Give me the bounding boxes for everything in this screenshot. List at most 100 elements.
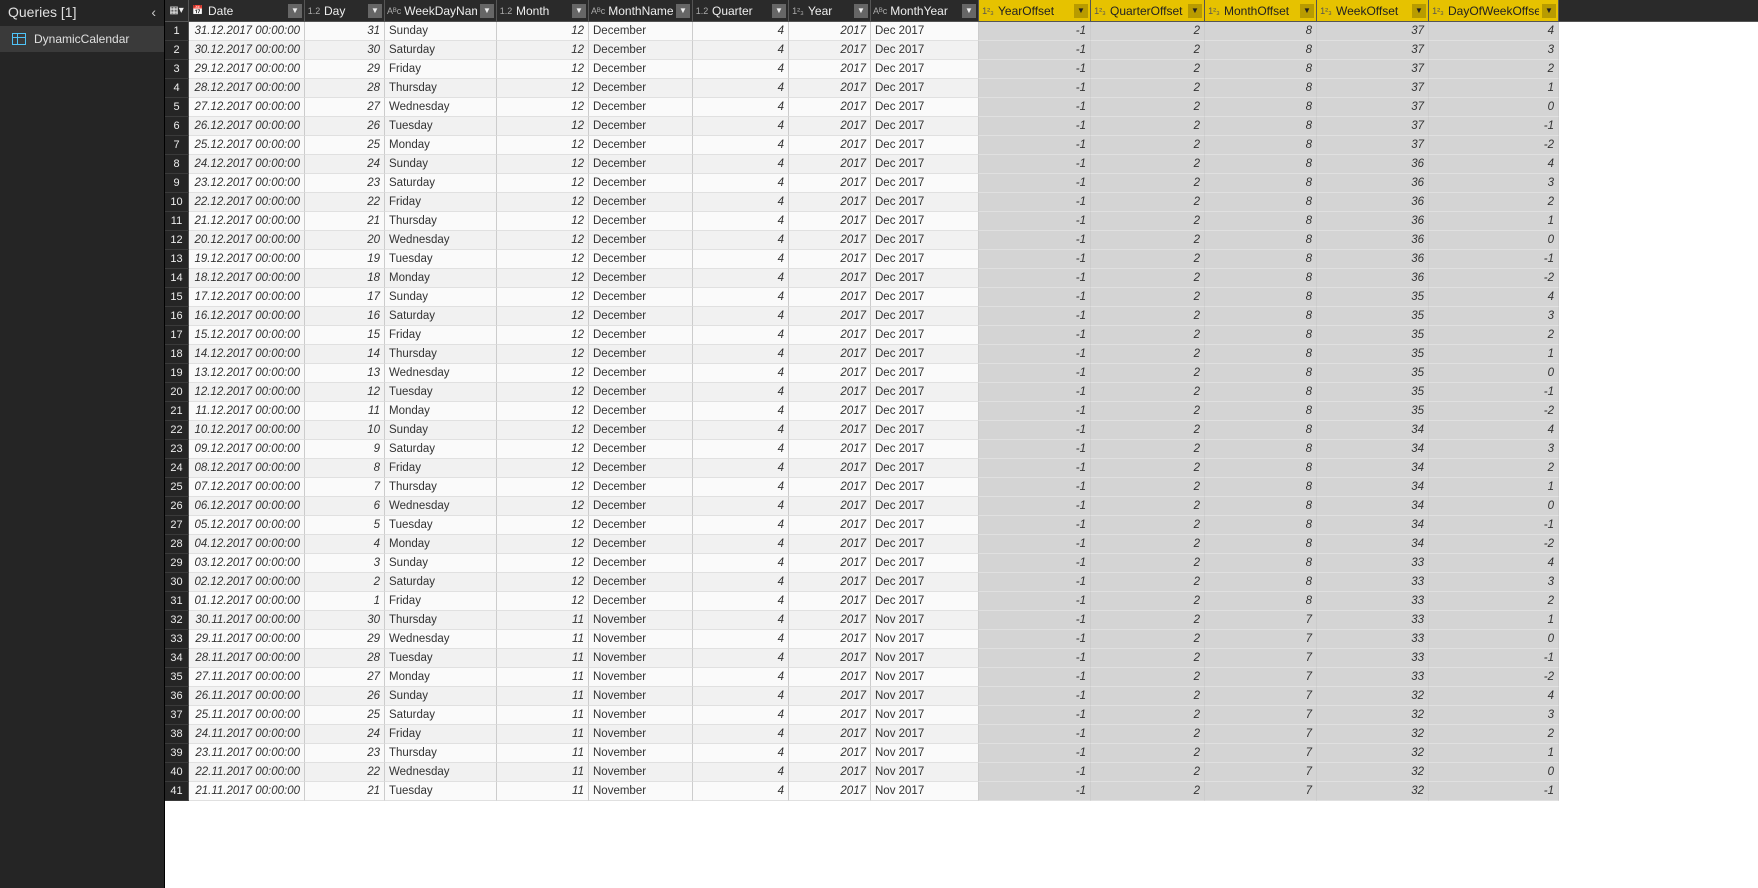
cell-monthoffset[interactable]: 8 bbox=[1205, 250, 1317, 269]
cell-monthoffset[interactable]: 8 bbox=[1205, 231, 1317, 250]
table-row[interactable]: 3329.11.2017 00:00:0029Wednesday11Novemb… bbox=[165, 630, 1758, 649]
cell-weekoffset[interactable]: 34 bbox=[1317, 497, 1429, 516]
cell-quarter[interactable]: 4 bbox=[693, 573, 789, 592]
cell-dayofweekoffset[interactable]: -2 bbox=[1429, 269, 1559, 288]
cell-quarteroffset[interactable]: 2 bbox=[1091, 364, 1205, 383]
cell-day[interactable]: 12 bbox=[305, 383, 385, 402]
cell-day[interactable]: 8 bbox=[305, 459, 385, 478]
cell-monthoffset[interactable]: 8 bbox=[1205, 535, 1317, 554]
cell-quarteroffset[interactable]: 2 bbox=[1091, 497, 1205, 516]
table-row[interactable]: 725.12.2017 00:00:0025Monday12December42… bbox=[165, 136, 1758, 155]
cell-yearoffset[interactable]: -1 bbox=[979, 79, 1091, 98]
cell-quarter[interactable]: 4 bbox=[693, 22, 789, 41]
cell-month[interactable]: 12 bbox=[497, 440, 589, 459]
cell-quarteroffset[interactable]: 2 bbox=[1091, 212, 1205, 231]
cell-month[interactable]: 12 bbox=[497, 231, 589, 250]
cell-monthoffset[interactable]: 7 bbox=[1205, 630, 1317, 649]
cell-monthoffset[interactable]: 8 bbox=[1205, 41, 1317, 60]
cell-quarteroffset[interactable]: 2 bbox=[1091, 744, 1205, 763]
cell-quarteroffset[interactable]: 2 bbox=[1091, 516, 1205, 535]
cell-monthoffset[interactable]: 7 bbox=[1205, 744, 1317, 763]
cell-monthname[interactable]: December bbox=[589, 497, 693, 516]
column-filter-dropdown[interactable]: ▼ bbox=[1188, 4, 1202, 18]
row-number[interactable]: 15 bbox=[165, 288, 189, 307]
cell-weekoffset[interactable]: 35 bbox=[1317, 345, 1429, 364]
cell-quarteroffset[interactable]: 2 bbox=[1091, 60, 1205, 79]
cell-weekdayname[interactable]: Wednesday bbox=[385, 763, 497, 782]
cell-month[interactable]: 12 bbox=[497, 554, 589, 573]
cell-dayofweekoffset[interactable]: 1 bbox=[1429, 611, 1559, 630]
column-header-day[interactable]: 1.2Day▼ bbox=[305, 0, 385, 21]
cell-year[interactable]: 2017 bbox=[789, 478, 871, 497]
cell-month[interactable]: 11 bbox=[497, 744, 589, 763]
cell-dayofweekoffset[interactable]: 0 bbox=[1429, 763, 1559, 782]
cell-monthoffset[interactable]: 8 bbox=[1205, 554, 1317, 573]
cell-date[interactable]: 23.11.2017 00:00:00 bbox=[189, 744, 305, 763]
cell-dayofweekoffset[interactable]: 4 bbox=[1429, 22, 1559, 41]
cell-quarteroffset[interactable]: 2 bbox=[1091, 763, 1205, 782]
cell-quarteroffset[interactable]: 2 bbox=[1091, 117, 1205, 136]
cell-monthoffset[interactable]: 8 bbox=[1205, 98, 1317, 117]
table-row[interactable]: 1616.12.2017 00:00:0016Saturday12Decembe… bbox=[165, 307, 1758, 326]
row-number[interactable]: 22 bbox=[165, 421, 189, 440]
cell-weekdayname[interactable]: Wednesday bbox=[385, 497, 497, 516]
cell-year[interactable]: 2017 bbox=[789, 98, 871, 117]
cell-monthyear[interactable]: Dec 2017 bbox=[871, 98, 979, 117]
row-number[interactable]: 32 bbox=[165, 611, 189, 630]
cell-year[interactable]: 2017 bbox=[789, 326, 871, 345]
cell-dayofweekoffset[interactable]: 2 bbox=[1429, 60, 1559, 79]
cell-day[interactable]: 11 bbox=[305, 402, 385, 421]
cell-month[interactable]: 12 bbox=[497, 174, 589, 193]
table-row[interactable]: 2408.12.2017 00:00:008Friday12December42… bbox=[165, 459, 1758, 478]
table-row[interactable]: 3626.11.2017 00:00:0026Sunday11November4… bbox=[165, 687, 1758, 706]
cell-monthyear[interactable]: Dec 2017 bbox=[871, 41, 979, 60]
cell-monthyear[interactable]: Dec 2017 bbox=[871, 269, 979, 288]
int-type-icon[interactable]: 1²₃ bbox=[1431, 6, 1445, 16]
cell-quarter[interactable]: 4 bbox=[693, 668, 789, 687]
table-row[interactable]: 1022.12.2017 00:00:0022Friday12December4… bbox=[165, 193, 1758, 212]
cell-year[interactable]: 2017 bbox=[789, 22, 871, 41]
row-number[interactable]: 24 bbox=[165, 459, 189, 478]
int-type-icon[interactable]: 1²₃ bbox=[981, 6, 995, 16]
cell-weekoffset[interactable]: 32 bbox=[1317, 782, 1429, 801]
cell-quarter[interactable]: 4 bbox=[693, 497, 789, 516]
cell-month[interactable]: 12 bbox=[497, 345, 589, 364]
cell-weekoffset[interactable]: 33 bbox=[1317, 573, 1429, 592]
table-row[interactable]: 2210.12.2017 00:00:0010Sunday12December4… bbox=[165, 421, 1758, 440]
query-item[interactable]: DynamicCalendar bbox=[0, 26, 164, 52]
cell-monthyear[interactable]: Dec 2017 bbox=[871, 174, 979, 193]
cell-monthoffset[interactable]: 8 bbox=[1205, 326, 1317, 345]
table-row[interactable]: 824.12.2017 00:00:0024Sunday12December42… bbox=[165, 155, 1758, 174]
row-number[interactable]: 38 bbox=[165, 725, 189, 744]
cell-quarter[interactable]: 4 bbox=[693, 630, 789, 649]
cell-dayofweekoffset[interactable]: 1 bbox=[1429, 478, 1559, 497]
cell-quarter[interactable]: 4 bbox=[693, 383, 789, 402]
cell-month[interactable]: 12 bbox=[497, 573, 589, 592]
cell-month[interactable]: 11 bbox=[497, 763, 589, 782]
table-row[interactable]: 1913.12.2017 00:00:0013Wednesday12Decemb… bbox=[165, 364, 1758, 383]
cell-quarter[interactable]: 4 bbox=[693, 326, 789, 345]
cell-date[interactable]: 08.12.2017 00:00:00 bbox=[189, 459, 305, 478]
cell-date[interactable]: 15.12.2017 00:00:00 bbox=[189, 326, 305, 345]
cell-date[interactable]: 27.11.2017 00:00:00 bbox=[189, 668, 305, 687]
cell-monthyear[interactable]: Dec 2017 bbox=[871, 402, 979, 421]
cell-year[interactable]: 2017 bbox=[789, 421, 871, 440]
row-number[interactable]: 21 bbox=[165, 402, 189, 421]
cell-quarter[interactable]: 4 bbox=[693, 174, 789, 193]
cell-quarter[interactable]: 4 bbox=[693, 725, 789, 744]
cell-quarter[interactable]: 4 bbox=[693, 782, 789, 801]
cell-quarter[interactable]: 4 bbox=[693, 763, 789, 782]
collapse-pane-icon[interactable]: ‹ bbox=[151, 4, 156, 20]
row-number[interactable]: 39 bbox=[165, 744, 189, 763]
cell-month[interactable]: 12 bbox=[497, 326, 589, 345]
cell-day[interactable]: 23 bbox=[305, 174, 385, 193]
cell-dayofweekoffset[interactable]: 1 bbox=[1429, 345, 1559, 364]
cell-quarteroffset[interactable]: 2 bbox=[1091, 592, 1205, 611]
cell-monthoffset[interactable]: 8 bbox=[1205, 573, 1317, 592]
cell-year[interactable]: 2017 bbox=[789, 117, 871, 136]
cell-dayofweekoffset[interactable]: 4 bbox=[1429, 421, 1559, 440]
cell-year[interactable]: 2017 bbox=[789, 554, 871, 573]
cell-quarter[interactable]: 4 bbox=[693, 79, 789, 98]
cell-monthoffset[interactable]: 8 bbox=[1205, 459, 1317, 478]
column-header-monthoffset[interactable]: 1²₃MonthOffset▼ bbox=[1205, 0, 1317, 21]
